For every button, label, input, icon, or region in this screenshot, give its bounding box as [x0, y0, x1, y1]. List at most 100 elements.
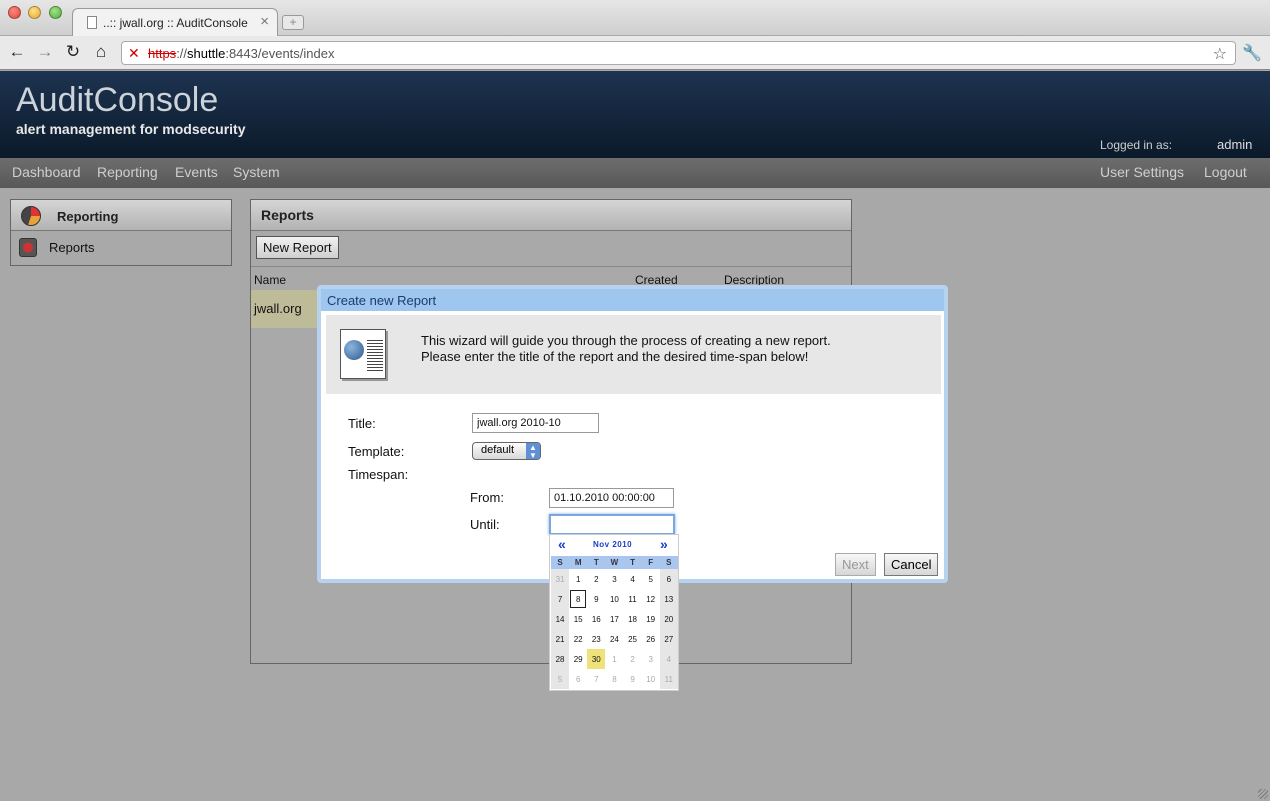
calendar-day[interactable]: 27 — [659, 629, 678, 649]
calendar-day[interactable]: 13 — [659, 589, 678, 609]
calendar-day[interactable]: 9 — [587, 589, 605, 609]
bookmark-star-icon[interactable]: ☆ — [1213, 44, 1227, 64]
calendar-weekday: W — [610, 558, 619, 567]
calendar-day[interactable]: 4 — [624, 569, 642, 589]
address-bar[interactable]: ✕ https://shuttle:8443/events/index ☆ — [121, 41, 1236, 65]
calendar-day[interactable]: 23 — [587, 629, 605, 649]
back-icon[interactable]: ← — [6, 42, 28, 62]
forward-icon[interactable]: → — [34, 42, 56, 62]
until-input[interactable] — [549, 514, 675, 535]
close-tab-icon[interactable]: × — [260, 13, 269, 30]
sidebar-item-reports[interactable]: Reports — [11, 231, 231, 265]
calendar-day[interactable]: 17 — [605, 609, 623, 629]
next-button[interactable]: Next — [835, 553, 876, 576]
calendar-day[interactable]: 25 — [624, 629, 642, 649]
calendar-day[interactable]: 16 — [587, 609, 605, 629]
calendar-day[interactable]: 4 — [659, 649, 678, 669]
calendar-day[interactable]: 2 — [587, 569, 605, 589]
from-input[interactable] — [549, 488, 674, 508]
pie-chart-icon — [21, 206, 41, 226]
cancel-button[interactable]: Cancel — [884, 553, 939, 576]
tab-title: ..:: jwall.org :: AuditConsole — [103, 16, 248, 30]
calendar-day[interactable]: 31 — [551, 569, 570, 589]
document-globe-icon — [340, 329, 386, 379]
calendar-day[interactable]: 11 — [624, 589, 642, 609]
home-icon[interactable]: ⌂ — [90, 42, 112, 62]
reporting-sidebar: Reporting Reports — [10, 199, 232, 266]
calendar-day[interactable]: 24 — [605, 629, 623, 649]
calendar-day[interactable]: 9 — [624, 669, 642, 689]
close-window-button[interactable] — [8, 6, 21, 19]
table-row[interactable]: jwall.org — [251, 290, 321, 328]
next-month-button[interactable]: » — [660, 536, 668, 552]
intro-line-1: This wizard will guide you through the p… — [421, 333, 831, 348]
report-icon — [19, 238, 37, 257]
calendar-day[interactable]: 11 — [659, 669, 678, 689]
reload-icon[interactable]: ↻ — [62, 42, 84, 62]
calendar-day[interactable]: 12 — [642, 589, 660, 609]
url-separator: :// — [176, 46, 188, 61]
zoom-window-button[interactable] — [49, 6, 62, 19]
dialog-title: Create new Report — [327, 293, 437, 308]
window-resize-grip[interactable] — [1258, 789, 1268, 799]
calendar-day[interactable]: 3 — [605, 569, 623, 589]
url-host: shuttle — [187, 46, 226, 61]
calendar-day[interactable]: 18 — [624, 609, 642, 629]
calendar-day[interactable]: 7 — [551, 589, 570, 609]
app-header: AuditConsole alert management for modsec… — [0, 71, 1270, 158]
calendar-weekday: M — [574, 558, 582, 567]
calendar-day[interactable]: 7 — [587, 669, 605, 689]
calendar-day[interactable]: 14 — [551, 609, 570, 629]
column-header-name[interactable]: Name — [254, 273, 286, 287]
calendar-day[interactable]: 3 — [642, 649, 660, 669]
calendar-day[interactable]: 6 — [659, 569, 678, 589]
ssl-warning-icon[interactable]: ✕ — [128, 45, 140, 62]
calendar-grid: S M T W T F S 31 1 2 3 4 5 6 7 8 9 10 11 12 13 14 15 16 17 18 19 20… — [551, 556, 678, 689]
calendar-day[interactable]: 15 — [569, 609, 587, 629]
calendar-day[interactable]: 22 — [569, 629, 587, 649]
browser-tab[interactable]: ..:: jwall.org :: AuditConsole × — [72, 8, 278, 36]
calendar-day[interactable]: 5 — [551, 669, 570, 689]
new-report-button[interactable]: New Report — [256, 236, 339, 259]
dialog-titlebar[interactable]: Create new Report — [321, 289, 944, 311]
sidebar-header: Reporting — [11, 200, 231, 231]
calendar-weekday: S — [557, 558, 563, 567]
calendar-day[interactable]: 2 — [624, 649, 642, 669]
browser-toolbar: ← → ↻ ⌂ ✕ https://shuttle:8443/events/in… — [0, 36, 1270, 70]
url-scheme: https — [148, 46, 177, 61]
calendar-day[interactable]: 20 — [659, 609, 678, 629]
calendar-day[interactable]: 8 — [605, 669, 623, 689]
calendar-day[interactable]: 10 — [642, 669, 660, 689]
logged-in-user: admin — [1217, 137, 1253, 152]
menu-system[interactable]: System — [233, 164, 280, 180]
calendar-day[interactable]: 6 — [569, 669, 587, 689]
menu-user-settings[interactable]: User Settings — [1100, 164, 1184, 180]
calendar-day[interactable]: 1 — [605, 649, 623, 669]
logged-in-label: Logged in as: — [1100, 138, 1173, 152]
menu-dashboard[interactable]: Dashboard — [12, 164, 81, 180]
calendar-day[interactable]: 8 — [569, 589, 587, 609]
calendar-day[interactable]: 26 — [642, 629, 660, 649]
template-select[interactable]: default ▲ ▼ — [472, 442, 541, 460]
intro-text: This wizard will guide you through the p… — [421, 333, 831, 365]
url-path: :8443/events/index — [225, 46, 335, 61]
title-input[interactable] — [472, 413, 599, 433]
calendar-day[interactable]: 5 — [642, 569, 660, 589]
calendar-day[interactable]: 10 — [605, 589, 623, 609]
menu-events[interactable]: Events — [175, 164, 218, 180]
calendar-day[interactable]: 19 — [642, 609, 660, 629]
template-label: Template: — [348, 444, 405, 459]
calendar-day[interactable]: 28 — [551, 649, 570, 669]
calendar-day[interactable]: 1 — [569, 569, 587, 589]
dropdown-arrow-icon: ▲ ▼ — [526, 443, 540, 460]
calendar-day[interactable]: 29 — [569, 649, 587, 669]
menu-logout[interactable]: Logout — [1204, 164, 1247, 180]
wrench-icon[interactable]: 🔧 — [1242, 43, 1262, 63]
minimize-window-button[interactable] — [28, 6, 41, 19]
calendar-day[interactable]: 21 — [551, 629, 570, 649]
menu-reporting[interactable]: Reporting — [97, 164, 158, 180]
page-icon — [87, 16, 97, 29]
new-tab-button[interactable]: + — [282, 15, 304, 30]
calendar-day[interactable]: 30 — [587, 649, 606, 669]
prev-month-button[interactable]: « — [558, 536, 566, 552]
